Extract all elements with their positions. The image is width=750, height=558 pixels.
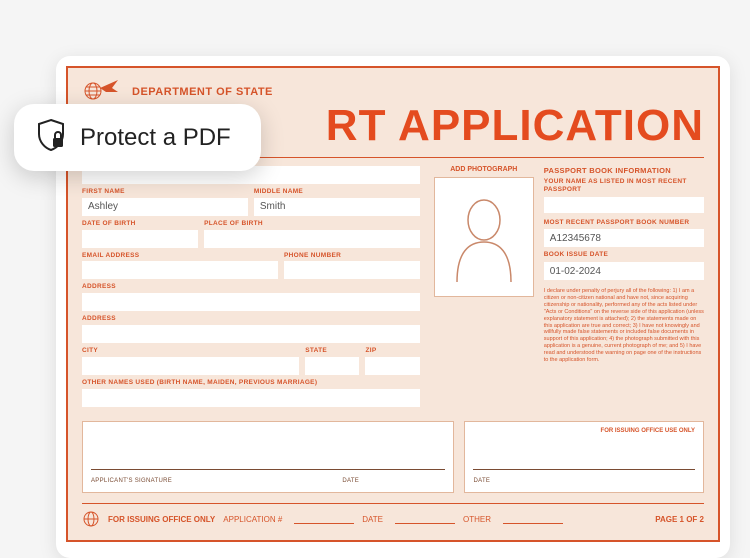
address-field[interactable] bbox=[82, 293, 420, 311]
declaration-text: I declare under penalty of perjury all o… bbox=[544, 288, 704, 364]
footer-office-only: FOR ISSUING OFFICE ONLY bbox=[108, 515, 215, 524]
dob-field[interactable] bbox=[82, 230, 198, 248]
city-label: CITY bbox=[82, 347, 299, 355]
globe-plane-icon bbox=[82, 78, 122, 105]
applicant-date-caption: DATE bbox=[342, 478, 359, 484]
address2-field[interactable] bbox=[82, 325, 420, 343]
issue-date-field[interactable]: 01-02-2024 bbox=[544, 262, 704, 280]
email-field[interactable] bbox=[82, 261, 278, 279]
globe-icon bbox=[82, 510, 100, 530]
office-use-label: FOR ISSUING OFFICE USE ONLY bbox=[473, 428, 695, 434]
photo-placeholder[interactable] bbox=[434, 177, 534, 297]
footer-date-line bbox=[395, 516, 455, 524]
first-name-label: FIRST NAME bbox=[82, 188, 248, 196]
book-number-field[interactable]: A12345678 bbox=[544, 229, 704, 247]
page-indicator: PAGE 1 OF 2 bbox=[655, 515, 704, 524]
passport-info-title: PASSPORT BOOK INFORMATION bbox=[544, 166, 704, 175]
issue-date-label: BOOK ISSUE DATE bbox=[544, 251, 704, 259]
pob-field[interactable] bbox=[204, 230, 420, 248]
address-label: ADDRESS bbox=[82, 283, 420, 291]
name-listed-field[interactable] bbox=[544, 197, 704, 213]
other-names-label: OTHER NAMES USED (BIRTH NAME, MAIDEN, PR… bbox=[82, 379, 420, 387]
zip-label: ZIP bbox=[365, 347, 419, 355]
pob-label: PLACE OF BIRTH bbox=[204, 220, 420, 228]
department-label: DEPARTMENT OF STATE bbox=[132, 86, 273, 98]
name-listed-label: YOUR NAME AS LISTED IN MOST RECENT PASSP… bbox=[544, 178, 704, 194]
first-name-field[interactable]: Ashley bbox=[82, 198, 248, 216]
protect-pdf-label: Protect a PDF bbox=[80, 124, 231, 152]
address2-label: ADDRESS bbox=[82, 315, 420, 323]
office-use-box: FOR ISSUING OFFICE USE ONLY DATE bbox=[464, 421, 704, 493]
middle-name-label: MIDDLE NAME bbox=[254, 188, 420, 196]
city-field[interactable] bbox=[82, 357, 299, 375]
phone-field[interactable] bbox=[284, 261, 420, 279]
state-field[interactable] bbox=[305, 357, 359, 375]
book-number-label: MOST RECENT PASSPORT BOOK NUMBER bbox=[544, 219, 704, 227]
state-label: STATE bbox=[305, 347, 359, 355]
passport-book-section: ADD PHOTOGRAPH PASSPORT BOOK INFORMATION… bbox=[434, 166, 704, 411]
form-footer: FOR ISSUING OFFICE ONLY APPLICATION # DA… bbox=[82, 503, 704, 530]
phone-label: PHONE NUMBER bbox=[284, 252, 420, 260]
footer-other-label: OTHER bbox=[463, 515, 491, 524]
footer-app-no-line bbox=[294, 516, 354, 524]
signature-section: APPLICANT'S SIGNATURE DATE FOR ISSUING O… bbox=[82, 421, 704, 493]
email-label: EMAIL ADDRESS bbox=[82, 252, 278, 260]
other-names-field[interactable] bbox=[82, 389, 420, 407]
add-photo-label: ADD PHOTOGRAPH bbox=[434, 166, 534, 173]
dob-label: DATE OF BIRTH bbox=[82, 220, 198, 228]
protect-pdf-button[interactable]: Protect a PDF bbox=[14, 104, 261, 171]
shield-lock-icon bbox=[36, 118, 66, 157]
person-silhouette-icon bbox=[449, 192, 519, 282]
applicant-signature-caption: APPLICANT'S SIGNATURE bbox=[91, 478, 172, 484]
zip-field[interactable] bbox=[365, 357, 419, 375]
footer-other-line bbox=[503, 516, 563, 524]
applicant-signature-box[interactable]: APPLICANT'S SIGNATURE DATE bbox=[82, 421, 454, 493]
footer-date-label: DATE bbox=[362, 515, 383, 524]
applicant-info-section: FIRST NAME Ashley MIDDLE NAME Smith DATE… bbox=[82, 166, 420, 411]
middle-name-field[interactable]: Smith bbox=[254, 198, 420, 216]
footer-app-no-label: APPLICATION # bbox=[223, 515, 282, 524]
office-date-caption: DATE bbox=[473, 478, 490, 484]
